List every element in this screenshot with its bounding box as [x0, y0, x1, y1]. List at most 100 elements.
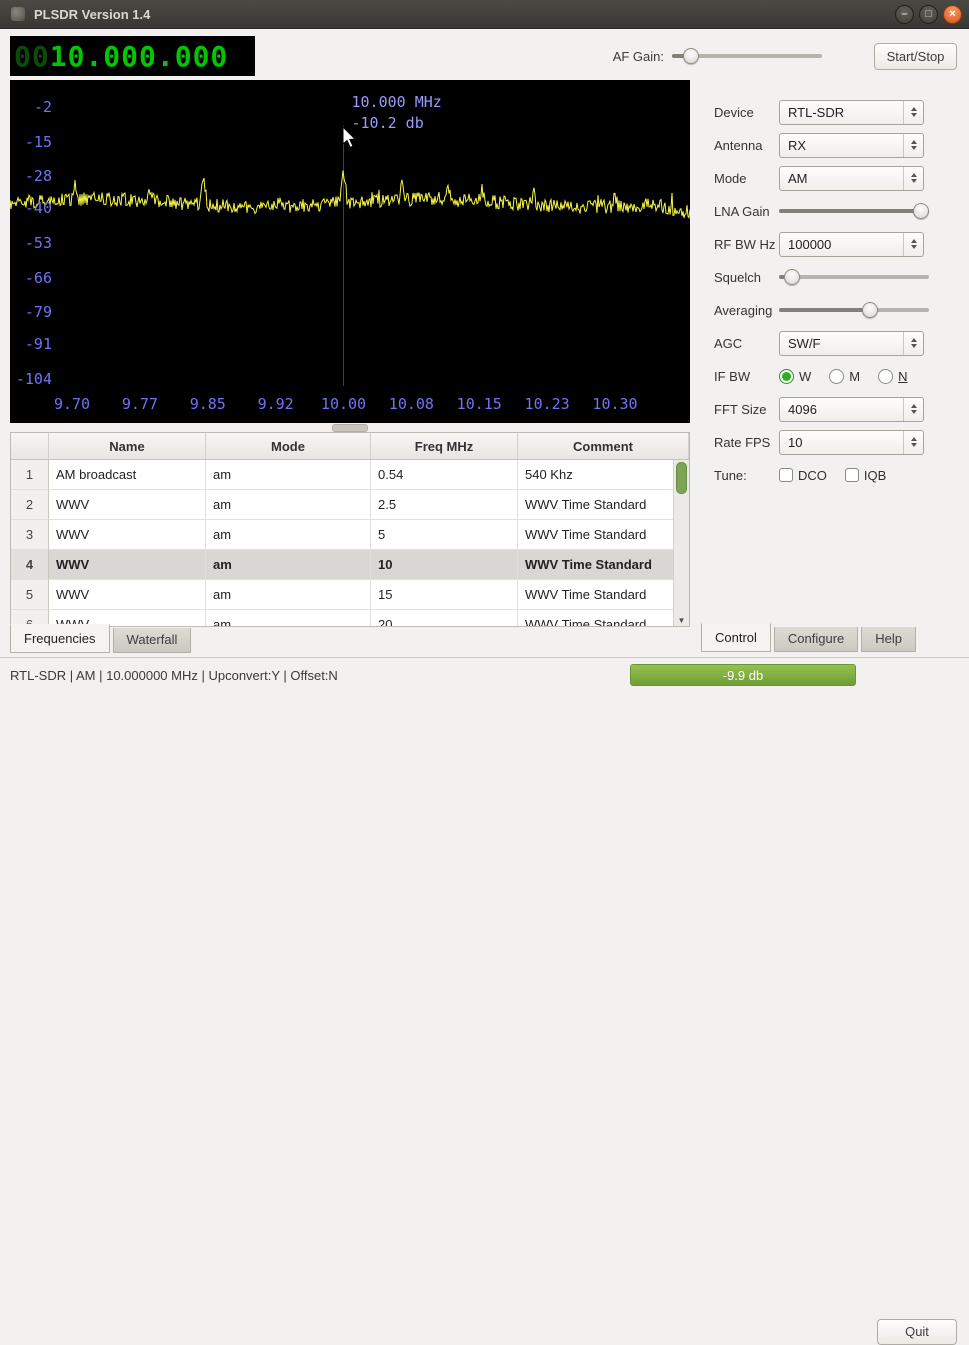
slider-fill [779, 308, 872, 312]
window-titlebar: PLSDR Version 1.4 – □ × [0, 0, 969, 29]
header-name[interactable]: Name [49, 433, 206, 459]
slider-handle[interactable] [784, 269, 800, 285]
tune-checkbox-iqb[interactable]: IQB [845, 468, 886, 483]
table-row[interactable]: 3WWVam5WWV Time Standard [11, 520, 674, 550]
spin-arrows-icon[interactable] [903, 332, 923, 355]
splitter-handle[interactable] [10, 423, 690, 432]
header-row-number[interactable] [11, 433, 49, 459]
radio-label: M [849, 369, 860, 384]
scrollbar-down-arrow-icon[interactable]: ▼ [674, 616, 689, 625]
fft-size-spinbox[interactable]: 4096 [779, 397, 924, 422]
app-window: PLSDR Version 1.4 – □ × 0010.000.000 AF … [0, 0, 969, 697]
slider-handle[interactable] [913, 203, 929, 219]
slider-fill [779, 209, 929, 213]
checkbox-icon [845, 468, 859, 482]
squelch-label: Squelch [700, 270, 779, 285]
scrollbar-thumb[interactable] [676, 462, 687, 494]
cell-mode: am [206, 460, 371, 490]
lna-gain-label: LNA Gain [700, 204, 779, 219]
spin-arrows-icon[interactable] [903, 233, 923, 256]
spectrum-panel[interactable]: 10.000 MHz -10.2 db -2-15-28-40-53-66-79… [10, 80, 690, 423]
x-axis-tick-label: 10.15 [457, 395, 502, 413]
lna-gain-slider[interactable] [779, 199, 929, 223]
if-bw-radio-group: WMN [779, 369, 908, 384]
radio-icon [779, 369, 794, 384]
rate-fps-value: 10 [780, 435, 903, 450]
cell-name: WWV [49, 520, 206, 550]
spin-arrows-icon[interactable] [903, 101, 923, 124]
frequency-dim-digits: 00 [14, 40, 50, 73]
header-comment[interactable]: Comment [518, 433, 689, 459]
af-gain-slider[interactable] [672, 44, 822, 68]
squelch-slider[interactable] [779, 265, 929, 289]
agc-combo[interactable]: SW/F [779, 331, 924, 356]
start-stop-button[interactable]: Start/Stop [874, 43, 957, 70]
control-panel: Device RTL-SDR Antenna RX Mode AM LNA Ga… [700, 100, 952, 487]
close-button[interactable]: × [943, 5, 962, 24]
table-row[interactable]: 4WWVam10WWV Time Standard [11, 550, 674, 580]
rf-bw-row: RF BW Hz 100000 [700, 232, 952, 256]
cell-num: 4 [11, 550, 49, 580]
cell-mode: am [206, 490, 371, 520]
if-bw-radio-m[interactable]: M [829, 369, 860, 384]
squelch-row: Squelch [700, 265, 952, 289]
if-bw-radio-w[interactable]: W [779, 369, 811, 384]
fft-size-value: 4096 [780, 402, 903, 417]
vertical-scrollbar[interactable]: ▼ [673, 460, 689, 626]
averaging-slider[interactable] [779, 298, 929, 322]
quit-button[interactable]: Quit [877, 1319, 957, 1345]
view-tab-waterfall[interactable]: Waterfall [113, 628, 192, 653]
panel-tab-help[interactable]: Help [861, 627, 916, 652]
spin-arrows-icon[interactable] [903, 134, 923, 157]
cell-num: 2 [11, 490, 49, 520]
maximize-button[interactable]: □ [919, 5, 938, 24]
table-row[interactable]: 6WWVam20WWV Time Standard [11, 610, 674, 627]
cell-name: WWV [49, 580, 206, 610]
table-row[interactable]: 1AM broadcastam0.54540 Khz [11, 460, 674, 490]
y-axis-tick-label: -66 [12, 269, 52, 287]
view-tab-frequencies[interactable]: Frequencies [10, 624, 110, 653]
cell-name: WWV [49, 490, 206, 520]
slider-handle[interactable] [683, 48, 699, 64]
table-row[interactable]: 2WWVam2.5WWV Time Standard [11, 490, 674, 520]
slider-handle[interactable] [862, 302, 878, 318]
spin-arrows-icon[interactable] [903, 431, 923, 454]
y-axis-tick-label: -104 [12, 370, 52, 388]
if-bw-radio-n[interactable]: N [878, 369, 907, 384]
cell-num: 1 [11, 460, 49, 490]
right-tab-bar: ControlConfigureHelp [701, 627, 919, 652]
header-freq-mhz[interactable]: Freq MHz [371, 433, 518, 459]
x-axis-tick-label: 9.77 [122, 395, 158, 413]
spin-arrows-icon[interactable] [903, 398, 923, 421]
af-gain-label: AF Gain: [584, 49, 664, 64]
spectrum-trace [10, 170, 690, 218]
cell-freq: 10 [371, 550, 518, 580]
device-row: Device RTL-SDR [700, 100, 952, 124]
frequency-display[interactable]: 0010.000.000 [10, 36, 255, 76]
table-row[interactable]: 5WWVam15WWV Time Standard [11, 580, 674, 610]
cell-mode: am [206, 520, 371, 550]
panel-tab-control[interactable]: Control [701, 623, 771, 652]
rate-fps-spinbox[interactable]: 10 [779, 430, 924, 455]
y-axis-tick-label: -40 [12, 199, 52, 217]
spin-arrows-icon[interactable] [903, 167, 923, 190]
radio-icon [829, 369, 844, 384]
mode-combo[interactable]: AM [779, 166, 924, 191]
tune-checkbox-dco[interactable]: DCO [779, 468, 827, 483]
mode-value: AM [780, 171, 903, 186]
x-axis-tick-label: 9.85 [190, 395, 226, 413]
left-tab-bar: FrequenciesWaterfall [10, 627, 194, 653]
minimize-button[interactable]: – [895, 5, 914, 24]
antenna-row: Antenna RX [700, 133, 952, 157]
rf-bw-spinbox[interactable]: 100000 [779, 232, 924, 257]
antenna-combo[interactable]: RX [779, 133, 924, 158]
device-value: RTL-SDR [780, 105, 903, 120]
mouse-cursor-icon [342, 127, 358, 149]
app-icon [11, 7, 25, 21]
averaging-label: Averaging [700, 303, 779, 318]
panel-tab-configure[interactable]: Configure [774, 627, 858, 652]
if-bw-row: IF BW WMN [700, 364, 952, 388]
header-mode[interactable]: Mode [206, 433, 371, 459]
device-combo[interactable]: RTL-SDR [779, 100, 924, 125]
marker-level: -10.2 db [352, 113, 442, 134]
